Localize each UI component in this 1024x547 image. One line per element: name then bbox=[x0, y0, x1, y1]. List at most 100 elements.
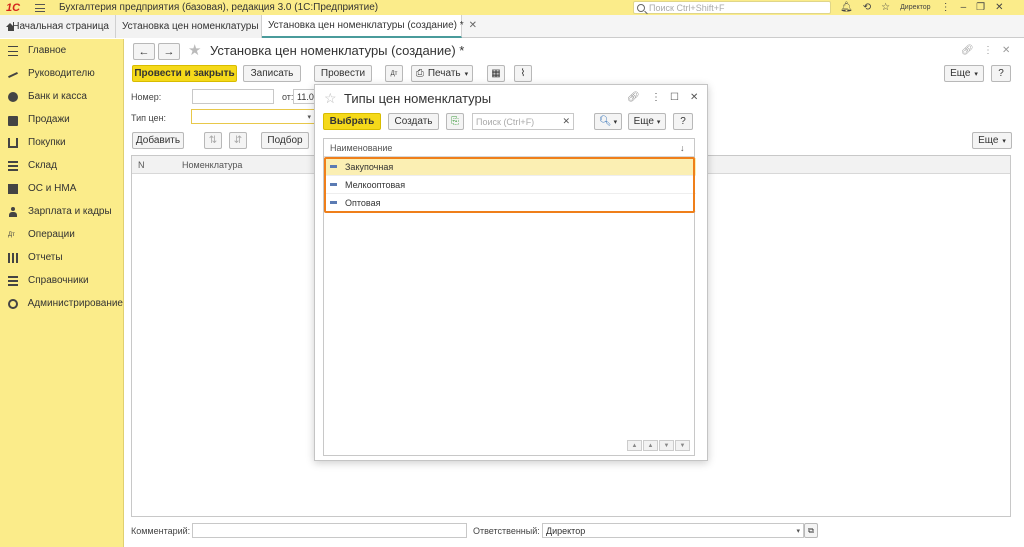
sidebar-item-catalogs[interactable]: Справочники bbox=[0, 269, 123, 292]
dialog-title: Типы цен номенклатуры bbox=[344, 91, 492, 106]
forward-button[interactable]: → bbox=[158, 43, 180, 60]
search-icon bbox=[637, 3, 645, 12]
catalog-icon bbox=[8, 275, 18, 286]
chart-icon bbox=[8, 69, 18, 79]
close-form-icon[interactable]: ✕ bbox=[1002, 45, 1010, 56]
pick-button[interactable]: Подбор bbox=[261, 132, 309, 149]
help-button[interactable]: ? bbox=[991, 65, 1011, 82]
arrow-left-icon: ← bbox=[138, 45, 150, 58]
sidebar-item-operations[interactable]: Дт Операции bbox=[0, 223, 123, 246]
close-window-icon[interactable]: ✕ bbox=[995, 2, 1003, 13]
open-link-icon[interactable]: ⧉ bbox=[804, 523, 818, 538]
number-input[interactable] bbox=[192, 89, 274, 104]
column-header-name[interactable]: Наименование bbox=[330, 143, 392, 153]
menu-icon bbox=[8, 45, 18, 56]
more-vertical-icon[interactable]: ⋮ bbox=[983, 45, 993, 56]
bank-icon bbox=[8, 91, 18, 102]
save-button[interactable]: Записать bbox=[243, 65, 301, 82]
main-menu-icon[interactable] bbox=[35, 3, 45, 12]
more-vertical-icon[interactable]: ⋮ bbox=[651, 92, 661, 103]
column-header-n[interactable]: N bbox=[138, 160, 145, 170]
sidebar-item-manager[interactable]: Руководителю bbox=[0, 62, 123, 85]
close-tab-icon[interactable]: ✕ bbox=[469, 20, 477, 31]
scroll-top-icon[interactable]: ▲ bbox=[627, 440, 642, 451]
move-down-icon[interactable]: ⇵ bbox=[229, 132, 247, 149]
scroll-up-icon[interactable]: ▲ bbox=[643, 440, 658, 451]
global-search-input[interactable]: Поиск Ctrl+Shift+F bbox=[633, 1, 831, 14]
tab-price-setting-create[interactable]: Установка цен номенклатуры (создание) * … bbox=[262, 15, 477, 38]
clear-search-icon[interactable]: ✕ bbox=[562, 116, 570, 127]
favorite-star-icon[interactable]: ★ bbox=[188, 41, 201, 59]
link-icon[interactable]: 🔗︎ bbox=[627, 92, 640, 103]
sidebar-item-salary[interactable]: Зарплата и кадры bbox=[0, 200, 123, 223]
copy-icon[interactable]: ⎘ bbox=[446, 113, 464, 130]
more-button[interactable]: Еще ▾ bbox=[944, 65, 984, 82]
dropdown-arrow-icon: ▾ bbox=[974, 70, 978, 78]
sidebar-item-bank[interactable]: Банк и касса bbox=[0, 85, 123, 108]
create-button[interactable]: Создать bbox=[388, 113, 439, 130]
post-and-close-button[interactable]: Провести и закрыть bbox=[132, 65, 237, 82]
app-logo: 1С bbox=[6, 1, 21, 14]
add-row-button[interactable]: Добавить bbox=[132, 132, 184, 149]
responsible-select[interactable]: Директор ▾ bbox=[542, 523, 804, 538]
back-button[interactable]: ← bbox=[133, 43, 155, 60]
table-more-button[interactable]: Еще ▾ bbox=[972, 132, 1012, 149]
column-header-nomenclature[interactable]: Номенклатура bbox=[182, 160, 242, 170]
dropdown-arrow-icon[interactable]: ▾ bbox=[307, 113, 311, 121]
sidebar-item-label: ОС и НМА bbox=[28, 183, 77, 194]
sidebar-item-admin[interactable]: Администрирование bbox=[0, 292, 123, 315]
printer-icon: ⎙ bbox=[415, 68, 424, 79]
date-label: от: bbox=[282, 92, 294, 102]
sidebar-item-purchases[interactable]: Покупки bbox=[0, 131, 123, 154]
window-menu-icon[interactable]: ⋮ bbox=[941, 2, 951, 13]
price-type-select[interactable]: ▾ bbox=[191, 109, 315, 124]
attach-icon[interactable]: ⌇ bbox=[514, 65, 532, 82]
comment-input[interactable] bbox=[192, 523, 467, 538]
dropdown-arrow-icon[interactable]: ▾ bbox=[796, 527, 800, 535]
list-item[interactable]: Мелкооптовая bbox=[324, 176, 696, 194]
favorites-star-icon[interactable]: ☆ bbox=[881, 2, 890, 13]
sidebar-item-label: Покупки bbox=[28, 137, 66, 148]
home-icon bbox=[6, 22, 16, 31]
scroll-bottom-icon[interactable]: ▼ bbox=[675, 440, 690, 451]
structure-icon[interactable]: ▦ bbox=[487, 65, 505, 82]
sidebar-item-reports[interactable]: Отчеты bbox=[0, 246, 123, 269]
reports-icon bbox=[8, 252, 18, 263]
list-item[interactable]: Оптовая bbox=[324, 194, 696, 212]
sidebar-item-main[interactable]: Главное bbox=[0, 39, 123, 62]
sidebar-item-warehouse[interactable]: Склад bbox=[0, 154, 123, 177]
restore-icon[interactable]: ❐ bbox=[976, 2, 985, 13]
arrow-right-icon: → bbox=[163, 45, 175, 58]
sort-arrow-icon[interactable]: ↓ bbox=[680, 143, 685, 153]
date-input[interactable]: 11.0 bbox=[293, 89, 315, 104]
sidebar-item-sales[interactable]: Продажи bbox=[0, 108, 123, 131]
link-icon[interactable]: 🔗︎ bbox=[961, 45, 974, 56]
select-button[interactable]: Выбрать bbox=[323, 113, 381, 130]
list-item-label: Закупочная bbox=[345, 161, 394, 172]
dialog-more-button[interactable]: Еще ▾ bbox=[628, 113, 666, 130]
move-up-icon[interactable]: ⇅ bbox=[204, 132, 222, 149]
favorite-star-icon[interactable]: ☆ bbox=[324, 90, 337, 107]
list-item[interactable]: Закупочная bbox=[324, 158, 696, 176]
dt-kt-icon[interactable]: Дт bbox=[385, 65, 403, 82]
price-types-list[interactable]: Наименование ↓ Закупочная Мелкооптовая О… bbox=[323, 138, 696, 456]
search-options-button[interactable]: 🔍︎ ▾ bbox=[594, 113, 622, 130]
operations-icon: Дт bbox=[8, 231, 15, 238]
minimize-icon[interactable]: – bbox=[961, 2, 967, 13]
bell-icon[interactable]: 🔔︎ bbox=[840, 2, 853, 13]
sidebar-item-assets[interactable]: ОС и НМА bbox=[0, 177, 123, 200]
dialog-help-button[interactable]: ? bbox=[673, 113, 693, 130]
history-icon[interactable]: ⟲ bbox=[863, 2, 871, 13]
close-dialog-icon[interactable]: ✕ bbox=[690, 92, 698, 103]
current-user[interactable]: Директор bbox=[900, 4, 931, 11]
person-icon bbox=[8, 206, 18, 217]
print-button[interactable]: ⎙ Печать ▾ bbox=[411, 65, 473, 82]
cart-icon bbox=[8, 137, 18, 148]
scroll-down-icon[interactable]: ▼ bbox=[659, 440, 674, 451]
truck-icon bbox=[8, 183, 18, 194]
tab-price-setting[interactable]: Установка цен номенклатуры ✕ bbox=[116, 15, 272, 38]
tab-home[interactable]: Начальная страница bbox=[0, 15, 116, 38]
maximize-icon[interactable]: ☐ bbox=[670, 92, 679, 103]
post-button[interactable]: Провести bbox=[314, 65, 372, 82]
dialog-search-input[interactable]: Поиск (Ctrl+F) ✕ bbox=[472, 113, 574, 130]
